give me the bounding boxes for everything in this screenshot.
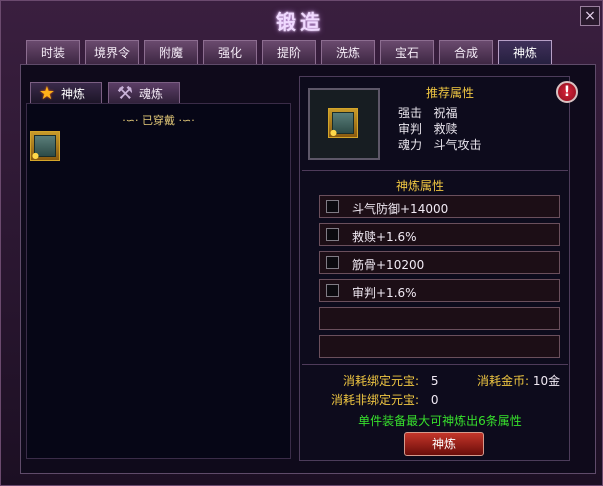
tab-compose[interactable]: 合成 <box>439 40 493 64</box>
attribute-row: 斗气防御+14000 <box>319 195 560 218</box>
recommended-attr: 救赎 <box>433 122 458 136</box>
equipped-header: ·∽· 已穿戴 ·∽· <box>122 114 195 127</box>
tab-enchant[interactable]: 附魔 <box>144 40 198 64</box>
attribute-text: 审判+1.6% <box>352 286 417 300</box>
lock-mark: ● <box>330 128 337 137</box>
equipment-list-panel <box>26 103 291 459</box>
subtab-soul-refine[interactable]: ⚒ 魂炼 <box>108 82 180 104</box>
info-alert-icon[interactable]: ! <box>556 81 578 103</box>
recommended-row: 魂力 斗气攻击 <box>398 136 481 153</box>
recommended-row: 审判 救赎 <box>398 120 457 137</box>
refine-attributes-title: 神炼属性 <box>395 179 444 193</box>
lock-mark: ● <box>32 151 39 160</box>
attribute-lock-checkbox[interactable] <box>326 284 339 297</box>
tab-wash[interactable]: 洗炼 <box>321 40 375 64</box>
star-icon: ★ <box>38 83 56 104</box>
close-button[interactable]: × <box>580 6 600 26</box>
left-subtabs: ★ 神炼 ⚒ 魂炼 <box>30 82 186 104</box>
window-title: 锻造 <box>276 10 324 34</box>
attribute-row-empty <box>319 307 560 330</box>
divider <box>302 170 568 171</box>
divider <box>302 364 568 365</box>
unbound-ingot-cost: 消耗非绑定元宝: 0 <box>331 391 439 408</box>
recommended-row: 强击 祝福 <box>398 104 457 121</box>
recommended-attr: 魂力 <box>398 138 423 152</box>
tab-fashion[interactable]: 时装 <box>26 40 80 64</box>
tab-gem[interactable]: 宝石 <box>380 40 434 64</box>
recommended-attr: 斗气攻击 <box>433 138 482 152</box>
attribute-lock-checkbox[interactable] <box>326 228 339 241</box>
subtab-divine-refine[interactable]: ★ 神炼 <box>30 82 102 104</box>
recommended-attr: 审判 <box>398 122 423 136</box>
attribute-row-empty <box>319 335 560 358</box>
attribute-row: 救赎+1.6% <box>319 223 560 246</box>
recommended-attributes-title: 推荐属性 <box>425 86 474 100</box>
equipment-item[interactable]: ● <box>30 131 60 161</box>
bound-ingot-cost: 消耗绑定元宝: 5 <box>343 372 439 389</box>
selected-item-slot[interactable]: ● <box>308 88 380 160</box>
recommended-attr: 祝福 <box>433 106 458 120</box>
attribute-text: 斗气防御+14000 <box>352 202 449 216</box>
unbound-ingot-value: 0 <box>430 393 439 407</box>
tab-bar: 时装 境界令 附魔 强化 提阶 洗炼 宝石 合成 神炼 <box>26 40 557 64</box>
tab-divine-refine[interactable]: 神炼 <box>498 40 552 64</box>
subtab-divine-refine-label: 神炼 <box>61 87 86 101</box>
gold-value: 10金 <box>532 374 561 388</box>
selected-equipment: ● <box>328 108 358 138</box>
attribute-row: 审判+1.6% <box>319 279 560 302</box>
bound-ingot-label: 消耗绑定元宝: <box>343 374 420 388</box>
tab-realm-order[interactable]: 境界令 <box>85 40 139 64</box>
attribute-lock-checkbox[interactable] <box>326 200 339 213</box>
gold-label: 消耗金币: <box>477 374 530 388</box>
refine-button[interactable]: 神炼 <box>404 432 484 456</box>
tab-upgrade[interactable]: 提阶 <box>262 40 316 64</box>
bound-ingot-value: 5 <box>430 374 439 388</box>
max-attributes-note: 单件装备最大可神炼出6条属性 <box>358 414 522 428</box>
subtab-soul-refine-label: 魂炼 <box>139 87 164 101</box>
hammer-icon: ⚒ <box>116 83 134 104</box>
gold-cost: 消耗金币: 10金 <box>477 372 560 389</box>
recommended-attr: 强击 <box>398 106 423 120</box>
unbound-ingot-label: 消耗非绑定元宝: <box>331 393 420 407</box>
attribute-row: 筋骨+10200 <box>319 251 560 274</box>
attribute-text: 筋骨+10200 <box>352 258 425 272</box>
tab-enhance[interactable]: 强化 <box>203 40 257 64</box>
attribute-text: 救赎+1.6% <box>352 230 417 244</box>
attribute-lock-checkbox[interactable] <box>326 256 339 269</box>
